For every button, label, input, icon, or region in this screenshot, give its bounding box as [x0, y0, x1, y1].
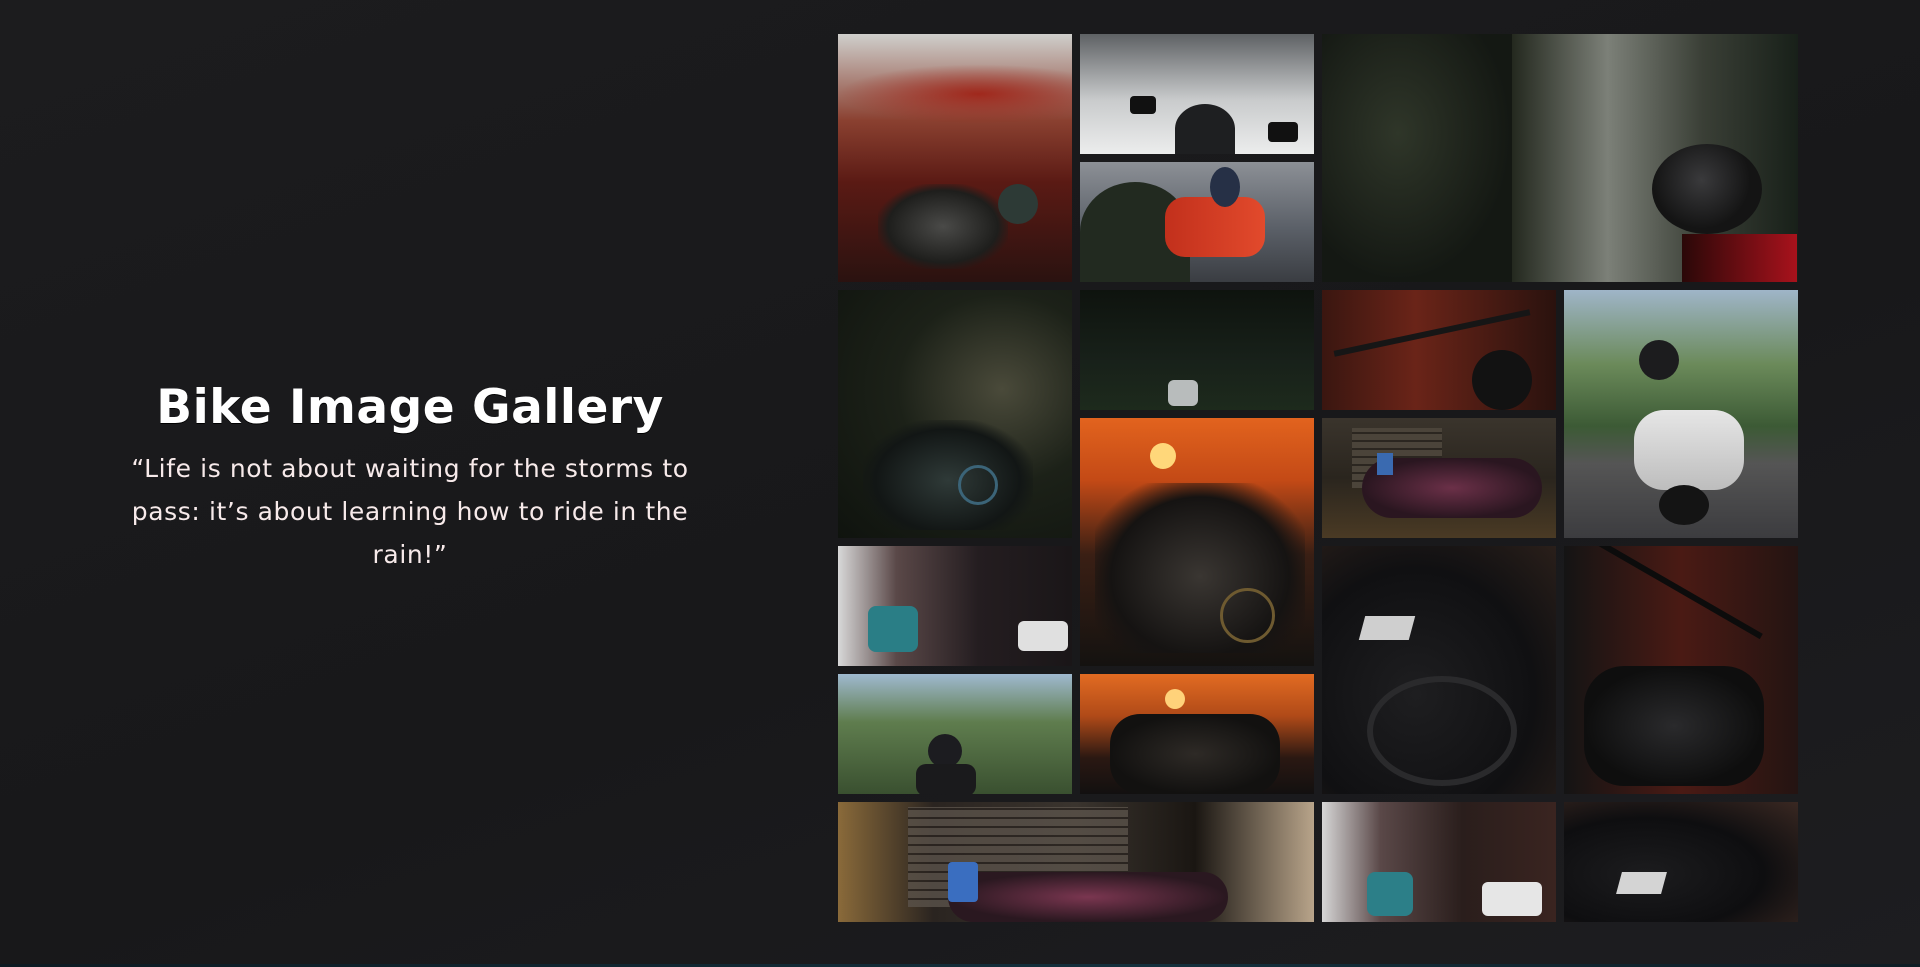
page-title: Bike Image Gallery — [156, 380, 664, 435]
intro-panel: Bike Image Gallery “Life is not about wa… — [90, 380, 730, 576]
gallery-image-autumn-sportbike[interactable] — [838, 34, 1072, 282]
page-quote: “Life is not about waiting for the storm… — [131, 454, 689, 569]
gallery-image-gsxr-fairing[interactable] — [1322, 546, 1556, 794]
gallery-image-headlight-closeup[interactable] — [838, 546, 1072, 666]
gallery-image-cafe-racer-brick[interactable] — [1322, 418, 1556, 538]
gallery-image-gsxr-logo-closeup[interactable] — [1564, 802, 1798, 922]
gallery-image-naked-bike-sunset[interactable] — [1080, 418, 1314, 666]
image-gallery — [838, 34, 1800, 924]
gallery-image-offroad-bike-woods[interactable] — [838, 290, 1072, 538]
gallery-image-dark-forest-detail[interactable] — [1080, 290, 1314, 410]
gallery-image-rider-under-trees[interactable] — [838, 674, 1072, 794]
gallery-image-cruiser-dark-red[interactable] — [1564, 546, 1798, 794]
gallery-image-handlebar-cloudy-sky[interactable] — [1080, 34, 1314, 154]
gallery-image-touring-bike-road[interactable] — [1564, 290, 1798, 538]
gallery-image-sunset-bike-small[interactable] — [1080, 674, 1314, 794]
gallery-image-cruiser-handlebars-red[interactable] — [1322, 290, 1556, 410]
gallery-image-dirtbike-jump[interactable] — [1080, 162, 1314, 282]
gallery-image-brick-wall-bike-wide[interactable] — [838, 802, 1314, 922]
gallery-image-rider-helmet-trees[interactable] — [1322, 34, 1798, 282]
gallery-image-headlight-closeup-2[interactable] — [1322, 802, 1556, 922]
